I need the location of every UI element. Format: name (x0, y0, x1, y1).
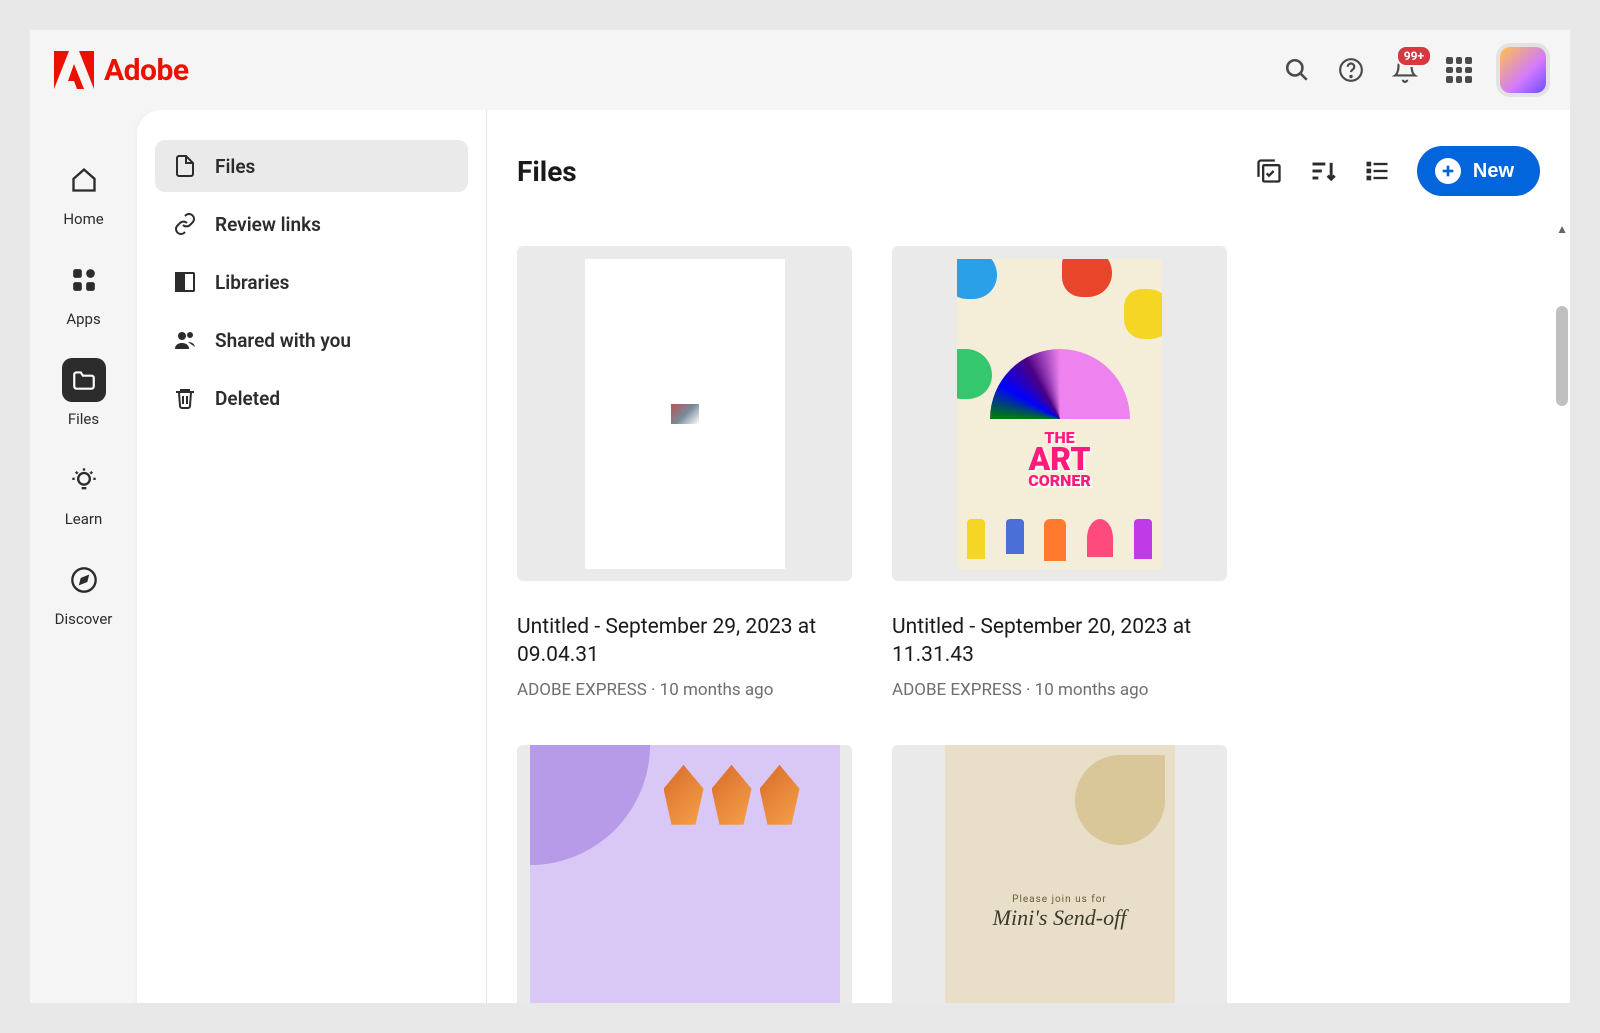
nav-home-label: Home (63, 210, 103, 228)
notification-badge: 99+ (1396, 45, 1432, 67)
new-button-label: New (1473, 160, 1514, 183)
side-item-libraries[interactable]: Libraries (155, 256, 468, 308)
nav-home[interactable]: Home (62, 158, 106, 228)
file-card[interactable] (517, 745, 852, 1003)
help-icon[interactable] (1338, 57, 1364, 83)
nav-discover[interactable]: Discover (55, 558, 113, 628)
file-thumbnail: THE ART CORNER (892, 246, 1227, 581)
side-item-label: Files (215, 155, 255, 178)
content-actions: New (1255, 146, 1540, 196)
side-item-files[interactable]: Files (155, 140, 468, 192)
side-item-label: Shared with you (215, 329, 351, 352)
adobe-a-icon (54, 51, 94, 89)
folder-icon (71, 367, 97, 393)
search-icon[interactable] (1284, 57, 1310, 83)
file-meta: ADOBE EXPRESS · 10 months ago (892, 680, 1227, 700)
home-icon (70, 166, 98, 194)
nav-apps[interactable]: Apps (62, 258, 106, 328)
left-nav: Home Apps Files (30, 110, 137, 1003)
app-container: Adobe 99+ (30, 30, 1570, 1003)
nav-apps-label: Apps (66, 310, 100, 328)
file-card[interactable]: Please join us for Mini's Send-off (892, 745, 1227, 1003)
side-item-review-links[interactable]: Review links (155, 198, 468, 250)
libraries-icon (173, 270, 197, 294)
nav-files[interactable]: Files (62, 358, 106, 428)
nav-learn[interactable]: Learn (62, 458, 106, 528)
apps-switcher-icon[interactable] (1446, 57, 1472, 83)
select-multiple-icon[interactable] (1255, 157, 1283, 185)
file-meta: ADOBE EXPRESS · 10 months ago (517, 680, 852, 700)
adobe-wordmark: Adobe (104, 53, 189, 88)
compass-icon (70, 566, 98, 594)
file-thumbnail (517, 246, 852, 581)
body-area: Home Apps Files (30, 110, 1570, 1003)
content-header: Files (487, 110, 1570, 216)
side-item-label: Libraries (215, 271, 289, 294)
side-list: Files Review links Libraries (137, 110, 487, 1003)
notifications-icon[interactable]: 99+ (1392, 57, 1418, 83)
plus-icon (1435, 158, 1461, 184)
list-view-icon[interactable] (1363, 157, 1391, 185)
sort-icon[interactable] (1309, 157, 1337, 185)
side-item-deleted[interactable]: Deleted (155, 372, 468, 424)
scrollbar-thumb[interactable] (1556, 306, 1568, 406)
side-item-label: Deleted (215, 387, 280, 410)
apps-icon (71, 267, 97, 293)
file-icon (173, 154, 197, 178)
file-title: Untitled - September 29, 2023 at 09.04.3… (517, 613, 852, 670)
adobe-logo[interactable]: Adobe (54, 51, 189, 89)
file-thumbnail (517, 745, 852, 1003)
trash-icon (173, 386, 197, 410)
nav-files-label: Files (68, 410, 99, 428)
file-card[interactable]: Untitled - September 29, 2023 at 09.04.3… (517, 246, 852, 700)
link-icon (173, 212, 197, 236)
file-card[interactable]: THE ART CORNER (892, 246, 1227, 700)
header-actions: 99+ (1284, 47, 1546, 93)
side-item-shared[interactable]: Shared with you (155, 314, 468, 366)
nav-learn-label: Learn (65, 510, 103, 528)
files-grid: Untitled - September 29, 2023 at 09.04.3… (517, 246, 1540, 1003)
user-avatar[interactable] (1500, 47, 1546, 93)
content-area: Files (487, 110, 1570, 1003)
file-title: Untitled - September 20, 2023 at 11.31.4… (892, 613, 1227, 670)
top-header: Adobe 99+ (30, 30, 1570, 110)
lightbulb-icon (70, 466, 98, 494)
side-item-label: Review links (215, 213, 321, 236)
files-scroll[interactable]: ▲ Untitled - September 29, 2023 at 09.04… (487, 216, 1570, 1003)
main-panel: Files Review links Libraries (137, 110, 1570, 1003)
scroll-up-arrow[interactable]: ▲ (1556, 222, 1568, 236)
file-thumbnail: Please join us for Mini's Send-off (892, 745, 1227, 1003)
people-icon (173, 328, 197, 352)
new-button[interactable]: New (1417, 146, 1540, 196)
nav-discover-label: Discover (55, 610, 113, 628)
page-title: Files (517, 155, 577, 188)
